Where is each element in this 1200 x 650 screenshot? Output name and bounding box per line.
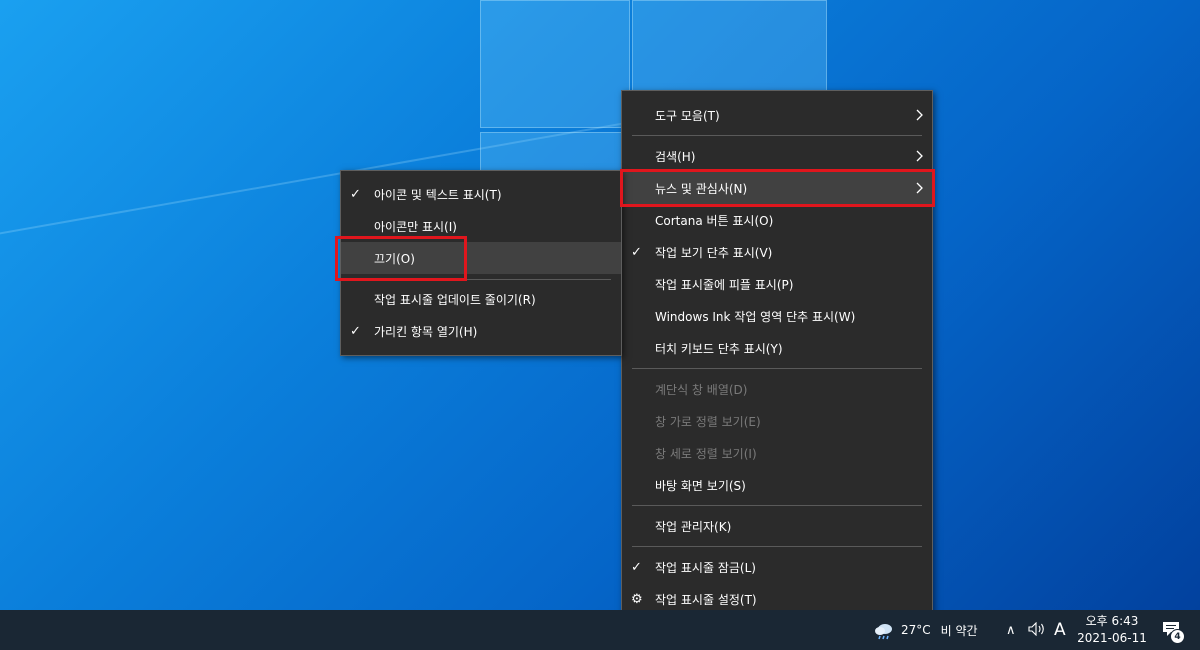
logo-pane-top-left (480, 0, 630, 128)
action-center-button[interactable]: 4 (1162, 610, 1188, 650)
clock[interactable]: 오후 6:43 2021-06-11 (1074, 610, 1150, 650)
menu-item-label: 작업 표시줄 업데이트 줄이기(R) (374, 292, 536, 307)
check-icon: ✓ (631, 244, 642, 260)
input-indicator-label: A (1054, 620, 1066, 640)
menu-separator (632, 368, 922, 369)
clock-date: 2021-06-11 (1077, 631, 1147, 645)
news-and-interests-widget[interactable]: 27°C 비 약간 (873, 610, 978, 650)
menu-item-side-by-side-windows: 창 세로 정렬 보기(I) (622, 437, 932, 469)
menu-item-show-cortana-button[interactable]: Cortana 버튼 표시(O) (622, 204, 932, 236)
menu-item-label: 작업 관리자(K) (655, 519, 732, 534)
menu-separator (632, 546, 922, 547)
menu-item-show-task-view-button[interactable]: ✓ 작업 보기 단추 표시(V) (622, 236, 932, 268)
menu-item-label: 바탕 화면 보기(S) (655, 478, 746, 493)
menu-item-label: 뉴스 및 관심사(N) (655, 181, 748, 196)
check-icon: ✓ (350, 186, 361, 202)
menu-item-lock-taskbar[interactable]: ✓ 작업 표시줄 잠금(L) (622, 551, 932, 583)
menu-item-label: 아이콘만 표시(I) (374, 219, 457, 234)
chevron-right-icon (916, 172, 924, 204)
notification-count-badge: 4 (1170, 629, 1185, 644)
menu-item-label: Windows Ink 작업 영역 단추 표시(W) (655, 309, 856, 324)
menu-item-show-touch-keyboard[interactable]: 터치 키보드 단추 표시(Y) (622, 332, 932, 364)
clock-time: 오후 6:43 (1085, 614, 1139, 628)
chevron-right-icon (916, 140, 924, 172)
menu-separator (632, 135, 922, 136)
menu-item-label: 가리킨 항목 열기(H) (374, 324, 478, 339)
menu-item-show-windows-ink[interactable]: Windows Ink 작업 영역 단추 표시(W) (622, 300, 932, 332)
menu-item-search[interactable]: 검색(H) (622, 140, 932, 172)
chevron-right-icon (916, 99, 924, 131)
notification-icon: 4 (1162, 621, 1185, 644)
volume-button[interactable] (1028, 610, 1046, 650)
menu-item-task-manager[interactable]: 작업 관리자(K) (622, 510, 932, 542)
menu-item-label: 계단식 창 배열(D) (655, 382, 748, 397)
weather-temperature: 27°C (901, 623, 931, 637)
check-icon: ✓ (350, 323, 361, 339)
menu-item-show-people[interactable]: 작업 표시줄에 피플 표시(P) (622, 268, 932, 300)
menu-item-label: 작업 보기 단추 표시(V) (655, 245, 773, 260)
menu-item-label: 끄기(O) (374, 251, 415, 266)
chevron-up-icon: ∧ (1006, 622, 1016, 638)
menu-item-label: 작업 표시줄에 피플 표시(P) (655, 277, 794, 292)
weather-condition: 비 약간 (940, 623, 978, 638)
taskbar: 27°C 비 약간 ∧ A 오후 6:43 2021-06-11 4 (0, 610, 1200, 650)
menu-item-label: 터치 키보드 단추 표시(Y) (655, 341, 783, 356)
news-and-interests-submenu: ✓ 아이콘 및 텍스트 표시(T) 아이콘만 표시(I) 끄기(O) 작업 표시… (340, 170, 622, 356)
menu-item-label: Cortana 버튼 표시(O) (655, 213, 774, 228)
speaker-icon (1028, 621, 1046, 639)
menu-item-stack-windows: 창 가로 정렬 보기(E) (622, 405, 932, 437)
menu-item-label: 창 세로 정렬 보기(I) (655, 446, 757, 461)
menu-item-label: 아이콘 및 텍스트 표시(T) (374, 187, 502, 202)
submenu-item-turn-off[interactable]: 끄기(O) (341, 242, 621, 274)
menu-item-label: 작업 표시줄 잠금(L) (655, 560, 756, 575)
menu-item-label: 작업 표시줄 설정(T) (655, 592, 757, 607)
menu-item-label: 검색(H) (655, 149, 696, 164)
menu-item-cascade-windows: 계단식 창 배열(D) (622, 373, 932, 405)
menu-separator (632, 505, 922, 506)
menu-item-label: 창 가로 정렬 보기(E) (655, 414, 761, 429)
check-icon: ✓ (631, 559, 642, 575)
menu-item-label: 도구 모음(T) (655, 108, 720, 123)
input-indicator[interactable]: A (1054, 610, 1066, 650)
cloud-rain-icon (873, 622, 895, 640)
submenu-item-show-icon-and-text[interactable]: ✓ 아이콘 및 텍스트 표시(T) (341, 178, 621, 210)
menu-item-news-and-interests[interactable]: 뉴스 및 관심사(N) (622, 172, 932, 204)
submenu-item-reduce-taskbar-updates[interactable]: 작업 표시줄 업데이트 줄이기(R) (341, 283, 621, 315)
show-hidden-icons-button[interactable]: ∧ (1006, 610, 1016, 650)
taskbar-context-menu: 도구 모음(T) 검색(H) 뉴스 및 관심사(N) Cortana 버튼 표시… (621, 90, 933, 623)
menu-item-toolbars[interactable]: 도구 모음(T) (622, 99, 932, 131)
submenu-item-open-on-hover[interactable]: ✓ 가리킨 항목 열기(H) (341, 315, 621, 347)
menu-item-show-desktop[interactable]: 바탕 화면 보기(S) (622, 469, 932, 501)
submenu-item-show-icon-only[interactable]: 아이콘만 표시(I) (341, 210, 621, 242)
menu-separator (351, 279, 611, 280)
